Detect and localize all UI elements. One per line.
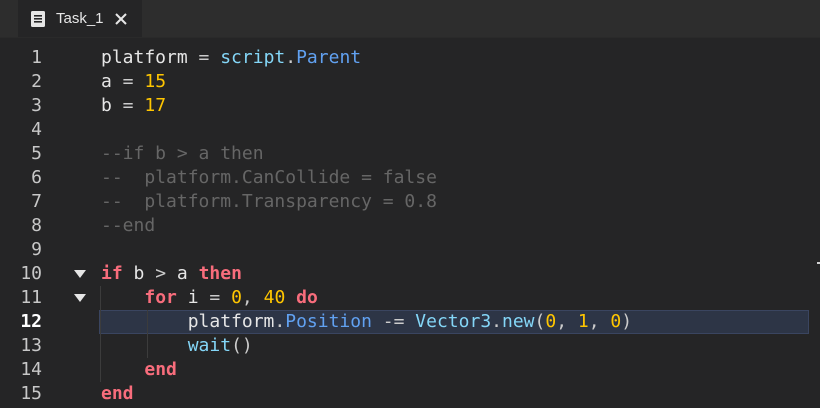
close-icon[interactable]	[114, 12, 128, 26]
code-line[interactable]: end	[101, 382, 134, 406]
code-token: end	[101, 383, 134, 404]
code-token: if	[101, 263, 123, 284]
code-token: Parent	[296, 47, 362, 68]
line-number: 10	[20, 263, 42, 284]
document-icon	[31, 10, 45, 27]
code-area[interactable]: platform = script.Parent a = 15 b = 17 --if…	[94, 38, 820, 408]
code-token: end	[144, 359, 177, 380]
code-token: 0	[545, 311, 557, 332]
code-token: wait	[187, 335, 232, 356]
tab-bar: Task_1	[0, 0, 820, 38]
code-token: platform	[101, 311, 275, 332]
code-line[interactable]: --end	[101, 214, 155, 238]
code-token: b	[101, 95, 112, 116]
code-line[interactable]: b = 17	[101, 94, 166, 118]
code-token: platform	[101, 47, 188, 68]
code-token: >	[155, 263, 167, 284]
tab-task-1[interactable]: Task_1	[18, 0, 142, 37]
code-token: b	[122, 263, 156, 284]
code-editor[interactable]: 1 2 3 4 5 6 7 8 9 10 11 12 13 14 15 platform = script.…	[0, 38, 820, 408]
code-line[interactable]: platform.Position -= Vector3.new(0, 1, 0…	[101, 310, 632, 334]
code-token: ,	[241, 287, 264, 308]
line-number: 12	[20, 311, 42, 332]
code-token: a	[101, 71, 112, 92]
code-line[interactable]: -- platform.CanCollide = false	[101, 166, 437, 190]
code-token: 15	[144, 71, 167, 92]
code-token: a	[166, 263, 199, 284]
code-line[interactable]: if b > a then	[101, 262, 242, 286]
line-number: 11	[20, 287, 42, 308]
code-token: ,	[556, 311, 578, 332]
code-line[interactable]: --if b > a then	[101, 142, 264, 166]
script-editor-window: Task_1 1 2 3 4 5 6 7 8 9 10 11 12 13 14 15 platform = …	[0, 0, 820, 408]
code-token: =	[187, 47, 221, 68]
code-token: --end	[101, 215, 156, 236]
code-token: script	[220, 47, 286, 68]
code-line[interactable]: wait()	[101, 334, 253, 358]
line-number: 13	[20, 335, 42, 356]
code-token: .	[491, 311, 502, 332]
line-number: 14	[20, 359, 42, 380]
code-token: new	[502, 311, 535, 332]
line-number: 15	[20, 383, 42, 404]
code-token: 40	[263, 287, 286, 308]
line-number-gutter: 1 2 3 4 5 6 7 8 9 10 11 12 13 14 15	[0, 38, 94, 408]
line-number: 4	[31, 119, 42, 140]
fold-toggle-icon[interactable]	[74, 262, 86, 286]
code-token: then	[198, 263, 242, 284]
line-number: 1	[31, 47, 42, 68]
code-line[interactable]: -- platform.Transparency = 0.8	[101, 190, 437, 214]
code-token: for	[144, 287, 177, 308]
code-line[interactable]: for i = 0, 40 do	[101, 286, 318, 310]
line-number: 5	[31, 143, 42, 164]
code-token: 17	[144, 95, 167, 116]
code-token: -- platform.CanCollide = false	[101, 167, 437, 188]
fold-toggle-icon[interactable]	[74, 286, 86, 310]
line-number: 9	[31, 239, 42, 260]
code-token: ()	[231, 335, 253, 356]
code-token: .	[285, 47, 297, 68]
code-token: -=	[371, 311, 416, 332]
code-token: )	[621, 311, 633, 332]
code-token: Position	[285, 311, 372, 332]
line-number: 7	[31, 191, 42, 212]
code-token: -- platform.Transparency = 0.8	[101, 191, 437, 212]
code-token: do	[296, 287, 318, 308]
code-token: =	[111, 71, 145, 92]
line-number: 3	[31, 95, 42, 116]
code-token: (	[534, 311, 546, 332]
code-token: Vector3	[415, 311, 492, 332]
line-number: 2	[31, 71, 42, 92]
code-line[interactable]: end	[101, 358, 177, 382]
code-token: --if b > a then	[101, 143, 264, 164]
code-token: 1	[577, 311, 589, 332]
line-number: 8	[31, 215, 42, 236]
code-line[interactable]: a = 15	[101, 70, 166, 94]
code-token: ,	[588, 311, 611, 332]
code-token: =	[209, 287, 221, 308]
code-token: .	[274, 311, 286, 332]
code-token: 0	[610, 311, 622, 332]
code-line[interactable]: platform = script.Parent	[101, 46, 361, 70]
code-token: =	[111, 95, 145, 116]
code-token: i	[176, 287, 210, 308]
tab-label: Task_1	[56, 10, 104, 27]
code-token: 0	[231, 287, 242, 308]
line-number: 6	[31, 167, 42, 188]
